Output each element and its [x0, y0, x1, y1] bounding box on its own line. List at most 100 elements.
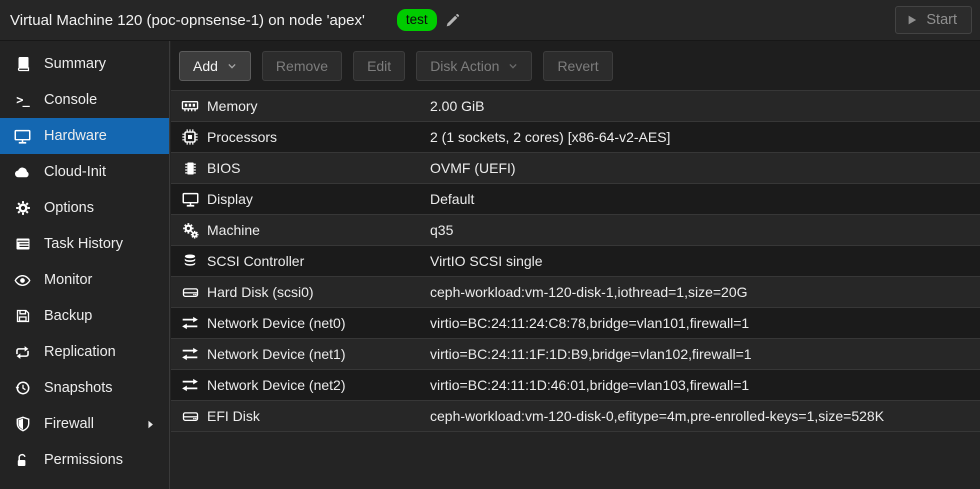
sidebar-item-cloud-init[interactable]: Cloud-Init: [0, 154, 169, 190]
disk-action-button[interactable]: Disk Action: [416, 51, 532, 81]
row-label: Network Device (net0): [207, 315, 430, 331]
sidebar: Summary >_ Console Hardware Cloud-Init Option…: [0, 41, 170, 489]
row-label: Memory: [207, 98, 430, 114]
hdd-icon: [180, 284, 200, 301]
terminal-icon: >_: [13, 93, 32, 107]
network-icon: [180, 345, 200, 363]
row-label: Machine: [207, 222, 430, 238]
cogs-icon: [180, 222, 200, 239]
button-label: Edit: [367, 58, 391, 74]
start-button[interactable]: Start: [895, 6, 972, 34]
table-row-hard-disk-scsi0-[interactable]: Hard Disk (scsi0)ceph-workload:vm-120-di…: [171, 277, 980, 308]
book-icon: [13, 56, 32, 72]
row-value: VirtIO SCSI single: [430, 253, 543, 269]
row-value: virtio=BC:24:11:1D:46:01,bridge=vlan103,…: [430, 377, 749, 393]
sidebar-item-label: Summary: [44, 56, 106, 72]
button-label: Disk Action: [430, 58, 499, 74]
row-value: Default: [430, 191, 474, 207]
sidebar-item-label: Options: [44, 200, 94, 216]
database-icon: [180, 253, 200, 269]
row-value: 2.00 GiB: [430, 98, 484, 114]
row-value: 2 (1 sockets, 2 cores) [x86-64-v2-AES]: [430, 129, 670, 145]
hardware-table: Memory2.00 GiBProcessors2 (1 sockets, 2 …: [171, 90, 980, 432]
bios-chip-icon: [180, 160, 200, 177]
sidebar-item-label: Backup: [44, 308, 92, 324]
row-label: Display: [207, 191, 430, 207]
row-value: OVMF (UEFI): [430, 160, 516, 176]
table-row-bios[interactable]: BIOSOVMF (UEFI): [171, 153, 980, 184]
table-row-efi-disk[interactable]: EFI Diskceph-workload:vm-120-disk-0,efit…: [171, 401, 980, 432]
list-icon: [13, 236, 32, 252]
chevron-down-icon: [227, 61, 237, 71]
row-value: q35: [430, 222, 453, 238]
shield-icon: [13, 416, 32, 432]
remove-button[interactable]: Remove: [262, 51, 342, 81]
sidebar-item-replication[interactable]: Replication: [0, 334, 169, 370]
hdd-icon: [180, 408, 200, 425]
row-label: Network Device (net1): [207, 346, 430, 362]
add-button[interactable]: Add: [179, 51, 251, 81]
sidebar-item-label: Monitor: [44, 272, 92, 288]
edit-button[interactable]: Edit: [353, 51, 405, 81]
sidebar-item-summary[interactable]: Summary: [0, 46, 169, 82]
sidebar-item-options[interactable]: Options: [0, 190, 169, 226]
table-row-network-device-net2-[interactable]: Network Device (net2)virtio=BC:24:11:1D:…: [171, 370, 980, 401]
row-value: virtio=BC:24:11:24:C8:78,bridge=vlan101,…: [430, 315, 749, 331]
vm-tag-badge: test: [397, 9, 437, 32]
table-row-scsi-controller[interactable]: SCSI ControllerVirtIO SCSI single: [171, 246, 980, 277]
unlock-icon: [13, 452, 32, 468]
table-row-network-device-net1-[interactable]: Network Device (net1)virtio=BC:24:11:1F:…: [171, 339, 980, 370]
sidebar-item-monitor[interactable]: Monitor: [0, 262, 169, 298]
row-label: Network Device (net2): [207, 377, 430, 393]
sidebar-item-label: Console: [44, 92, 97, 108]
page-title: Virtual Machine 120 (poc-opnsense-1) on …: [10, 12, 365, 29]
row-value: ceph-workload:vm-120-disk-1,iothread=1,s…: [430, 284, 748, 300]
sidebar-item-label: Snapshots: [44, 380, 113, 396]
display-icon: [180, 191, 200, 208]
sidebar-item-hardware[interactable]: Hardware: [0, 118, 169, 154]
button-label: Revert: [557, 58, 598, 74]
tag-edit-pencil-icon[interactable]: [445, 13, 460, 28]
sidebar-item-label: Firewall: [44, 416, 94, 432]
cpu-icon: [180, 128, 200, 146]
sidebar-item-label: Cloud-Init: [44, 164, 106, 180]
floppy-icon: [13, 308, 32, 324]
row-label: EFI Disk: [207, 408, 430, 424]
hardware-toolbar: Add Remove Edit Disk Action Revert: [171, 41, 980, 90]
table-row-display[interactable]: DisplayDefault: [171, 184, 980, 215]
sidebar-item-backup[interactable]: Backup: [0, 298, 169, 334]
row-label: SCSI Controller: [207, 253, 430, 269]
table-row-processors[interactable]: Processors2 (1 sockets, 2 cores) [x86-64…: [171, 122, 980, 153]
row-label: Hard Disk (scsi0): [207, 284, 430, 300]
table-row-network-device-net0-[interactable]: Network Device (net0)virtio=BC:24:11:24:…: [171, 308, 980, 339]
chevron-down-icon: [508, 61, 518, 71]
row-value: ceph-workload:vm-120-disk-0,efitype=4m,p…: [430, 408, 884, 424]
network-icon: [180, 376, 200, 394]
sidebar-item-label: Replication: [44, 344, 116, 360]
button-label: Remove: [276, 58, 328, 74]
topbar: Virtual Machine 120 (poc-opnsense-1) on …: [0, 0, 980, 41]
eye-icon: [13, 272, 32, 289]
retweet-icon: [13, 344, 32, 361]
sidebar-item-snapshots[interactable]: Snapshots: [0, 370, 169, 406]
sidebar-item-label: Permissions: [44, 452, 123, 468]
table-row-memory[interactable]: Memory2.00 GiB: [171, 91, 980, 122]
memory-icon: [180, 97, 200, 115]
sidebar-item-task-history[interactable]: Task History: [0, 226, 169, 262]
network-icon: [180, 314, 200, 332]
gear-icon: [13, 200, 32, 216]
sidebar-item-label: Hardware: [44, 128, 107, 144]
row-label: BIOS: [207, 160, 430, 176]
sidebar-item-firewall[interactable]: Firewall: [0, 406, 169, 442]
row-value: virtio=BC:24:11:1F:1D:B9,bridge=vlan102,…: [430, 346, 752, 362]
revert-button[interactable]: Revert: [543, 51, 612, 81]
sidebar-item-permissions[interactable]: Permissions: [0, 442, 169, 478]
display-icon: [13, 128, 32, 145]
caret-right-icon: [145, 419, 156, 430]
start-button-label: Start: [926, 12, 957, 28]
row-label: Processors: [207, 129, 430, 145]
play-icon: [906, 14, 918, 26]
table-row-machine[interactable]: Machineq35: [171, 215, 980, 246]
button-label: Add: [193, 58, 218, 74]
sidebar-item-console[interactable]: >_ Console: [0, 82, 169, 118]
